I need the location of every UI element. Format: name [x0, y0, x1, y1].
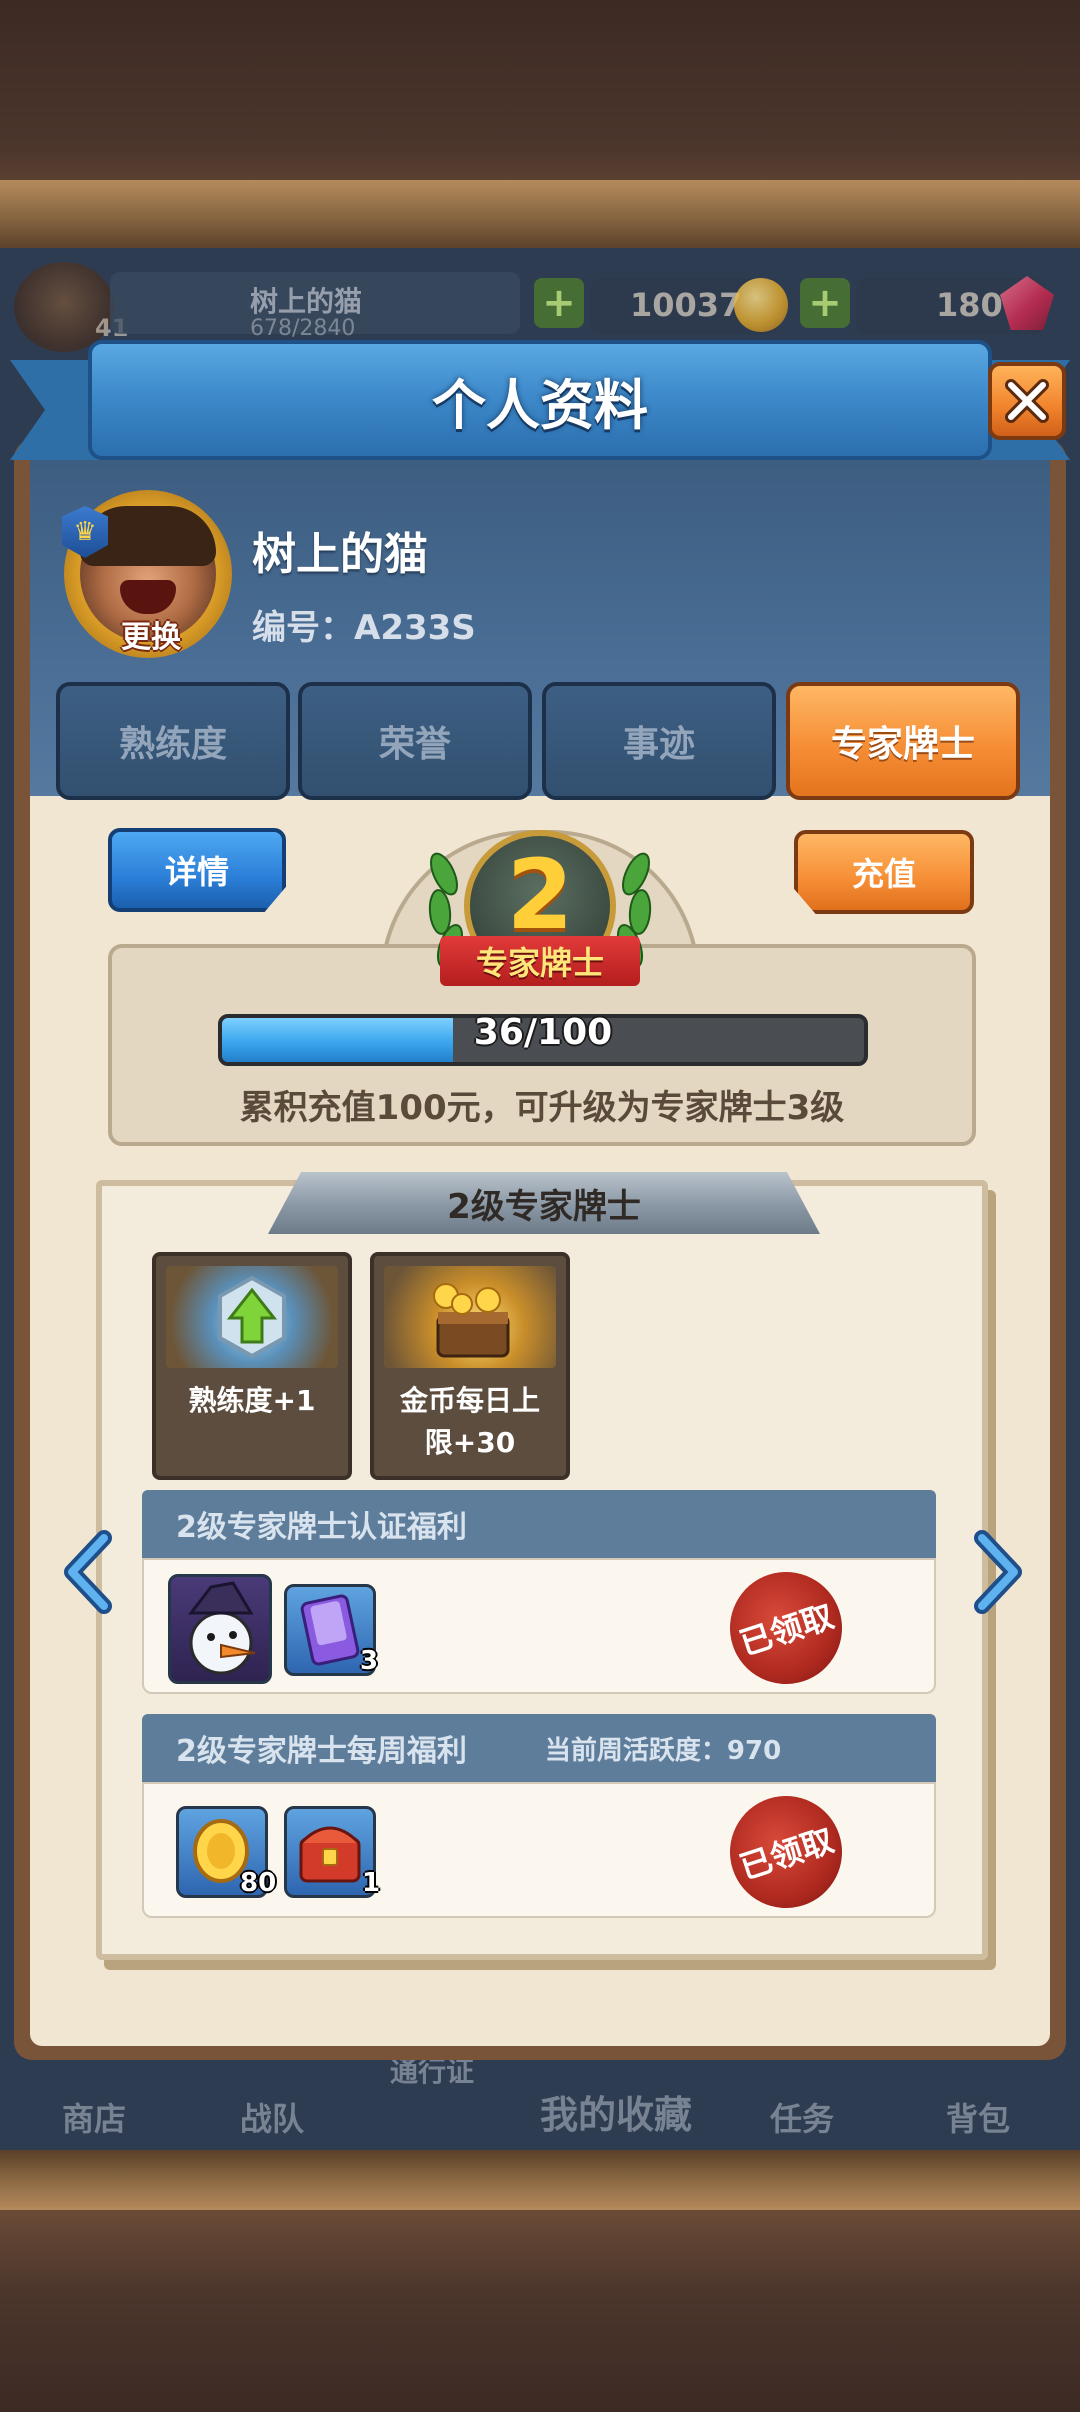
weekly-benefit-title: 2级专家牌士每周福利	[176, 1734, 467, 1769]
tab-expert-player[interactable]: 专家牌士	[786, 682, 1020, 800]
hud-exp: 678/2840	[250, 316, 356, 341]
add-coins-button[interactable]: +	[534, 278, 584, 328]
perk-label-gold-limit-line2: 限+30	[424, 1426, 516, 1459]
weekly-activity-value: 970	[726, 1735, 782, 1766]
change-avatar-button[interactable]: 更换	[106, 612, 196, 656]
weekly-activity-label: 当前周活跃度：	[544, 1735, 727, 1766]
player-name: 树上的猫	[252, 529, 428, 580]
background-top-band	[0, 180, 1080, 250]
recharge-button[interactable]: 充值	[794, 830, 974, 914]
tab-deeds[interactable]: 事迹	[542, 682, 776, 800]
certification-benefit-title: 2级专家牌士认证福利	[176, 1510, 467, 1545]
gems-value: 180	[936, 286, 1003, 324]
add-gems-button[interactable]: +	[800, 278, 850, 328]
perk-label-gold-limit: 金币每日上 限+30	[374, 1380, 566, 1464]
perk-label-proficiency: 熟练度+1	[188, 1384, 316, 1417]
benefits-scroll-header: 2级专家牌士	[268, 1172, 820, 1234]
claimed-status-weekly: 已领取	[735, 1820, 839, 1887]
perk-label-gold-limit-line1: 金币每日上	[399, 1384, 540, 1417]
close-button[interactable]	[988, 362, 1066, 440]
certification-benefit-header: 2级专家牌士认证福利	[142, 1490, 936, 1558]
detail-button[interactable]: 详情	[108, 828, 286, 912]
rank-title-ribbon: 专家牌士	[440, 936, 640, 986]
weekly-benefit-header: 2级专家牌士每周福利 当前周活跃度：970	[142, 1714, 936, 1782]
coin-icon	[734, 278, 788, 332]
rank-progress-text: 36/100	[473, 1011, 613, 1053]
tab-honor[interactable]: 荣誉	[298, 682, 532, 800]
treasure-chest-icon	[384, 1266, 556, 1368]
player-id-row: 编号：A233S	[252, 600, 476, 649]
chevron-left-icon	[64, 1530, 112, 1614]
perk-card-proficiency[interactable]: 熟练度+1	[152, 1252, 352, 1480]
nav-collection[interactable]: 我的收藏	[540, 2084, 692, 2139]
tab-proficiency[interactable]: 熟练度	[56, 682, 290, 800]
upgrade-arrow-icon	[166, 1266, 338, 1368]
red-chest-count: 1	[362, 1868, 381, 1898]
snowman-avatar-icon[interactable]	[168, 1574, 272, 1684]
weekly-activity: 当前周活跃度：970	[545, 1730, 781, 1767]
gold-coin-count: 80	[240, 1868, 277, 1898]
nav-shop[interactable]: 商店	[62, 2094, 126, 2140]
perk-card-gold-limit[interactable]: 金币每日上 限+30	[370, 1252, 570, 1480]
player-id-label: 编号：	[252, 608, 354, 648]
card-pack-count: 3	[360, 1646, 379, 1676]
upgrade-hint: 累积充值100元，可升级为专家牌士3级	[239, 1088, 845, 1128]
coins-value: 10037	[630, 286, 742, 324]
hud-player-name: 树上的猫	[250, 285, 363, 318]
prev-level-button[interactable]	[60, 1530, 116, 1614]
modal-title: 个人资料	[432, 373, 648, 437]
claimed-status-certification: 已领取	[735, 1596, 839, 1663]
background-bottom	[0, 2210, 1080, 2412]
close-icon	[1005, 379, 1049, 423]
player-id-value: A233S	[354, 608, 476, 648]
chevron-right-icon	[974, 1530, 1022, 1614]
nav-tasks[interactable]: 任务	[770, 2094, 834, 2140]
background-bottom-band	[0, 2150, 1080, 2210]
nav-bag[interactable]: 背包	[946, 2094, 1010, 2140]
nav-team[interactable]: 战队	[240, 2094, 304, 2140]
next-level-button[interactable]	[970, 1530, 1026, 1614]
